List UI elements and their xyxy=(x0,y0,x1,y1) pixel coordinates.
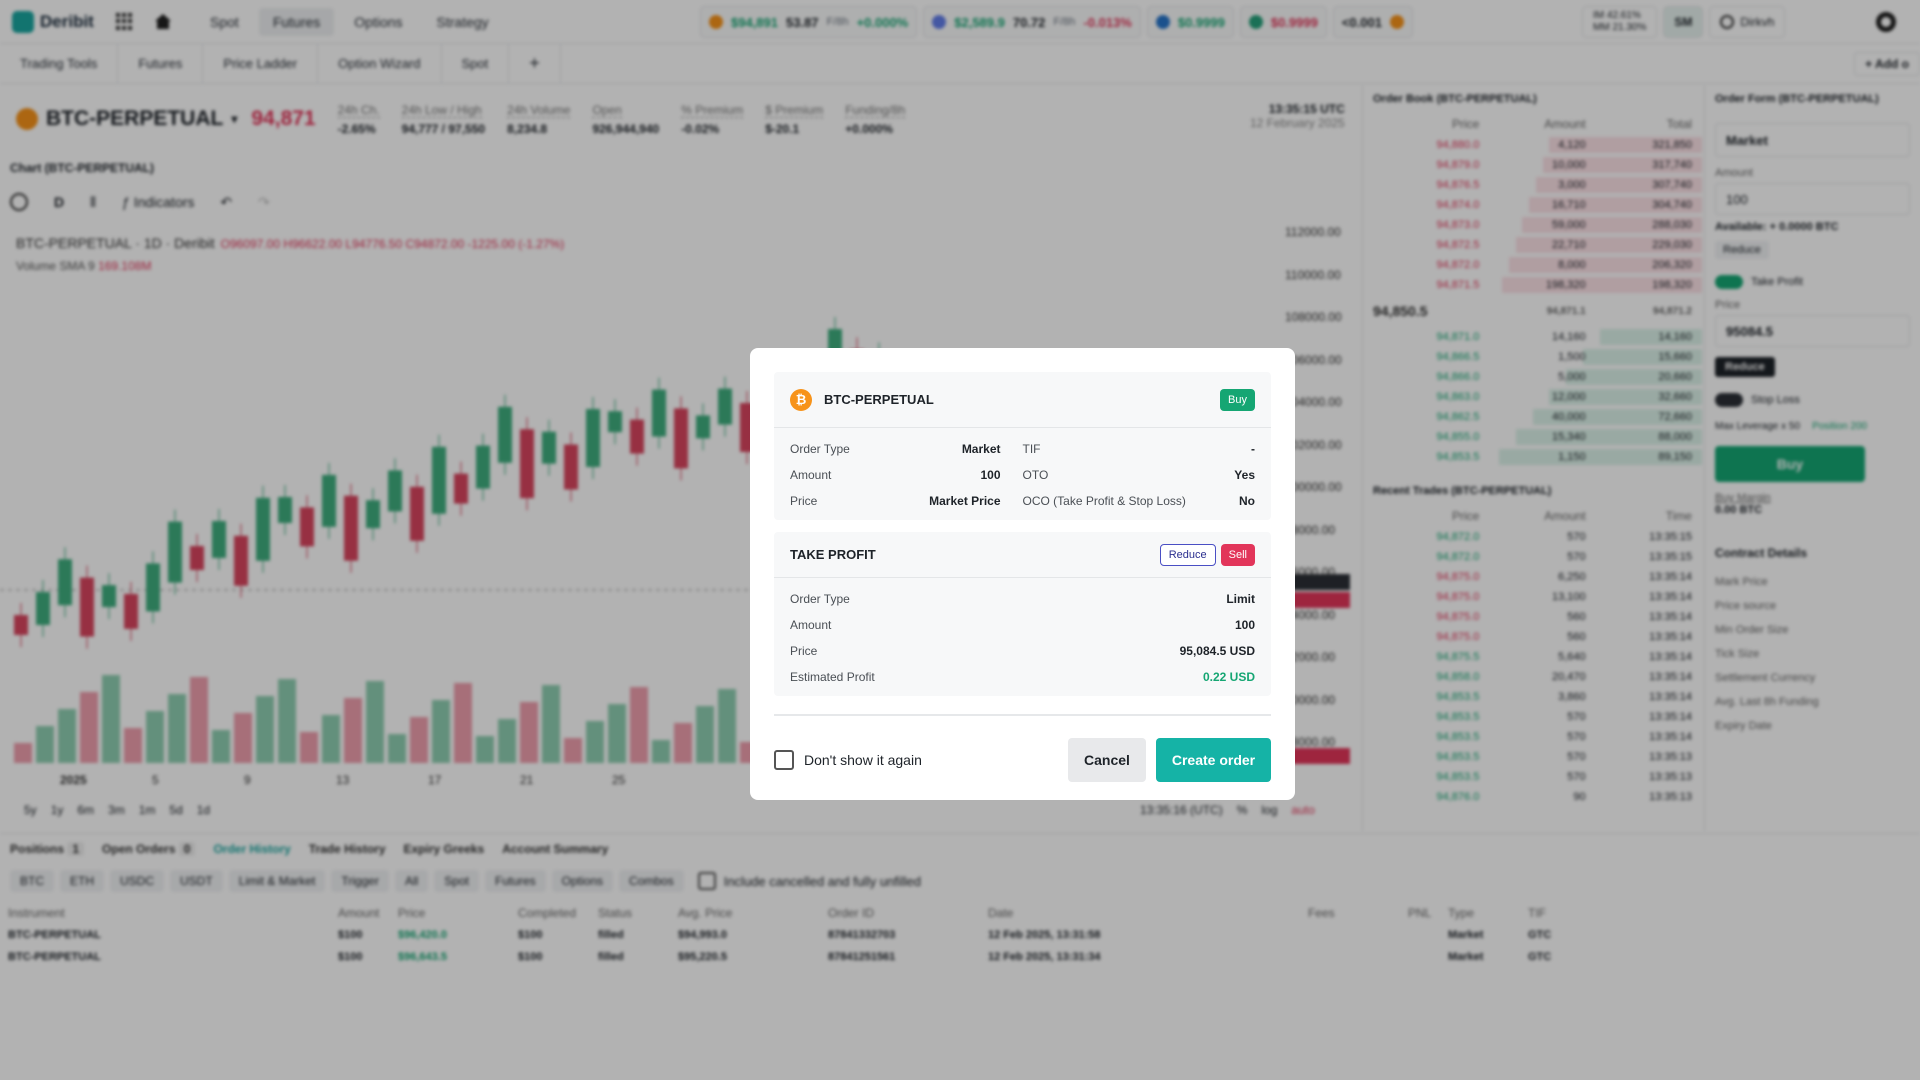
detail-row: Amount 100 xyxy=(790,618,1255,632)
take-profit-title: TAKE PROFIT xyxy=(790,547,876,562)
order-confirmation-dialog: ₿ BTC-PERPETUAL Buy Order Type Market TIF… xyxy=(750,348,1295,800)
cancel-button[interactable]: Cancel xyxy=(1068,738,1146,782)
detail-row: Price Market Price OCO (Take Profit & Sto… xyxy=(790,494,1255,508)
btc-coin-icon: ₿ xyxy=(790,388,812,411)
dialog-footer: Don't show it again Cancel Create order xyxy=(774,716,1271,804)
reduce-badge: Reduce xyxy=(1159,543,1216,566)
detail-row: Estimated Profit 0.22 USD xyxy=(790,670,1255,684)
dont-show-again-checkbox[interactable]: Don't show it again xyxy=(774,750,922,770)
detail-row: Order Type Market TIF - xyxy=(790,442,1255,456)
side-badge-buy: Buy xyxy=(1220,388,1255,411)
estimated-profit-value: 0.22 USD xyxy=(1202,670,1255,684)
detail-row: Price 95,084.5 USD xyxy=(790,644,1255,658)
checkbox-icon[interactable] xyxy=(774,750,794,770)
detail-row: Amount 100 OTO Yes xyxy=(790,468,1255,482)
create-order-button[interactable]: Create order xyxy=(1156,738,1271,782)
detail-row: Order Type Limit xyxy=(790,592,1255,606)
instrument-name: BTC-PERPETUAL xyxy=(824,392,934,407)
side-badge-sell: Sell xyxy=(1220,543,1255,566)
order-details: Order Type Market TIF - Amount 100 OTO Yes P… xyxy=(774,428,1271,520)
order-summary-card: ₿ BTC-PERPETUAL Buy Order Type Market TIF… xyxy=(774,372,1271,520)
order-summary-header: ₿ BTC-PERPETUAL Buy xyxy=(774,372,1271,428)
take-profit-card: TAKE PROFIT Reduce Sell Order Type Limit … xyxy=(774,532,1271,696)
take-profit-header: TAKE PROFIT Reduce Sell xyxy=(774,532,1271,578)
take-profit-details: Order Type Limit Amount 100 Price 95,084.5 … xyxy=(774,578,1271,696)
